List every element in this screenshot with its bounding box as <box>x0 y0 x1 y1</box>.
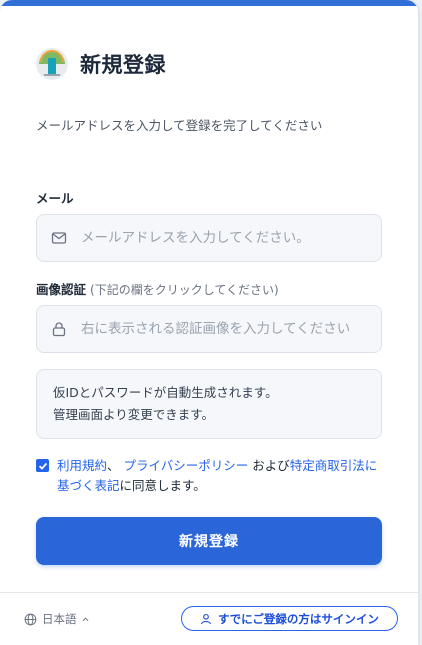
footer-divider <box>0 592 418 593</box>
lock-icon <box>52 322 66 337</box>
info-line-1: 仮IDとパスワードが自動生成されます。 <box>53 385 278 400</box>
privacy-policy-link[interactable]: プライバシーポリシー <box>124 458 249 473</box>
email-input[interactable] <box>81 230 381 246</box>
email-label: メール <box>36 191 74 206</box>
signin-label: すでにご登録の方はサインイン <box>218 611 379 626</box>
info-notice: 仮IDとパスワードが自動生成されます。 管理画面より変更できます。 <box>36 369 382 439</box>
captcha-input[interactable] <box>81 321 381 337</box>
info-line-2: 管理画面より変更できます。 <box>53 407 215 422</box>
language-selector[interactable]: 日本語 <box>24 611 89 627</box>
consent-row: 利用規約、 プライバシーポリシー および特定商取引法に基づく表記に同意します。 <box>36 456 386 496</box>
captcha-label: 画像認証 (下記の欄をクリックしてください) <box>36 279 279 298</box>
accent-top-bar <box>0 0 418 6</box>
person-icon <box>200 613 212 624</box>
consent-separator: 、 <box>107 458 120 473</box>
consent-suffix: に同意します。 <box>119 478 206 493</box>
consent-checkbox[interactable] <box>36 459 49 472</box>
captcha-field-wrapper <box>36 305 382 353</box>
consent-text: 利用規約、 プライバシーポリシー および特定商取引法に基づく表記に同意します。 <box>57 456 386 496</box>
captcha-label-hint: (下記の欄をクリックしてください) <box>90 283 279 297</box>
mail-icon <box>51 232 67 244</box>
signup-card: 新規登録 メールアドレスを入力して登録を完了してください メール 画像認証(下記… <box>0 0 418 645</box>
globe-icon <box>24 613 37 625</box>
app-logo <box>36 48 68 80</box>
chevron-up-icon <box>82 616 88 621</box>
consent-and: および <box>252 458 290 473</box>
page-subtitle: メールアドレスを入力して登録を完了してください <box>36 118 323 133</box>
signup-button[interactable]: 新規登録 <box>36 517 382 565</box>
email-field-wrapper <box>36 214 382 262</box>
terms-link[interactable]: 利用規約 <box>57 458 107 473</box>
signin-link[interactable]: すでにご登録の方はサインイン <box>181 606 398 631</box>
language-label: 日本語 <box>42 612 77 626</box>
captcha-label-text: 画像認証 <box>36 282 87 297</box>
page-title: 新規登録 <box>80 53 166 77</box>
check-icon <box>38 462 47 470</box>
